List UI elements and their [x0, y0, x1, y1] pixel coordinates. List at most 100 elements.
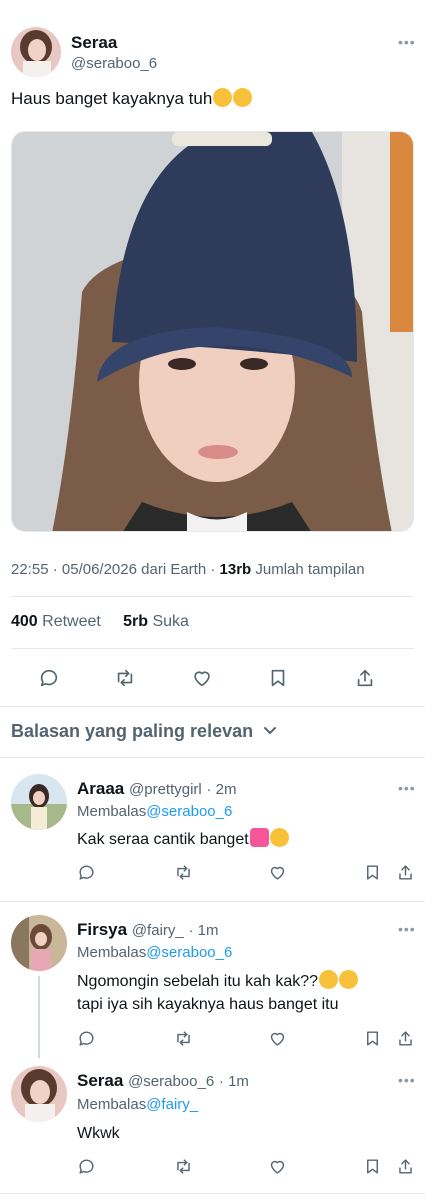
- sleeping-face-icon: [213, 88, 233, 107]
- like-button[interactable]: [263, 1024, 291, 1052]
- more-options-icon[interactable]: •••: [398, 780, 416, 796]
- retweet-count: 400: [11, 613, 38, 630]
- bookmark-button[interactable]: [358, 1152, 386, 1180]
- replying-to: Membalas@fairy_: [77, 1096, 198, 1113]
- mention-link[interactable]: @fairy_: [146, 1096, 198, 1113]
- like-button[interactable]: [188, 664, 216, 692]
- author-name[interactable]: Seraa: [71, 33, 117, 53]
- share-button[interactable]: [391, 1024, 419, 1052]
- chevron-down-icon[interactable]: [262, 722, 278, 738]
- like-button[interactable]: [263, 858, 291, 886]
- tweet-date[interactable]: 05/06/2026: [62, 561, 137, 578]
- like-stat[interactable]: 5rb Suka: [123, 613, 189, 630]
- mention-link[interactable]: @seraboo_6: [146, 803, 232, 820]
- replying-prefix: Membalas: [77, 944, 147, 961]
- thread-line: [38, 976, 40, 1058]
- more-options-icon[interactable]: •••: [398, 34, 416, 50]
- reply-author-name: Firsya: [77, 920, 128, 939]
- reply-time: · 2m: [206, 781, 237, 798]
- reply-icon: [40, 669, 58, 687]
- tweet-meta: 22:55 · 05/06/2026 dari Earth · 13rb Jum…: [11, 561, 365, 578]
- reply-time: · 1m: [188, 922, 219, 939]
- share-icon: [398, 1158, 412, 1174]
- like-icon: [270, 866, 284, 880]
- bookmark-icon: [366, 864, 378, 880]
- reply-author-handle: @fairy_: [131, 922, 184, 939]
- retweet-button[interactable]: [169, 1152, 197, 1180]
- share-icon: [398, 1030, 412, 1046]
- tweet-text-content: Haus banget kayaknya tuh: [11, 89, 213, 108]
- views-label: Jumlah tampilan: [255, 561, 365, 578]
- reply-avatar[interactable]: [11, 1066, 67, 1122]
- reply-text-content: Kak seraa cantik banget: [77, 831, 249, 848]
- bookmark-button[interactable]: [264, 664, 292, 692]
- loudly-crying-face-icon: [269, 828, 289, 847]
- reply-icon: [78, 1031, 94, 1046]
- thinking-face-icon: [339, 970, 359, 989]
- reply-text: Kak seraa cantik banget: [77, 828, 289, 851]
- tweet-stats: 400 Retweet 5rb Suka: [11, 613, 189, 631]
- divider: [0, 757, 425, 758]
- like-label: Suka: [152, 613, 189, 630]
- replying-prefix: Membalas: [77, 803, 147, 820]
- reply-text-line-2: tapi iya sih kayaknya haus banget itu: [77, 996, 339, 1013]
- like-count: 5rb: [123, 613, 148, 630]
- replying-to: Membalas@seraboo_6: [77, 944, 232, 961]
- like-icon: [270, 1032, 284, 1046]
- reply-author[interactable]: Seraa @seraboo_6 · 1m: [77, 1071, 249, 1091]
- tweet-text: Haus banget kayaknya tuh: [11, 88, 253, 109]
- retweet-label: Retweet: [42, 613, 101, 630]
- like-icon: [270, 1160, 284, 1174]
- mention-link[interactable]: @seraboo_6: [146, 944, 232, 961]
- bookmark-button[interactable]: [358, 858, 386, 886]
- reply-author-name: Seraa: [77, 1071, 124, 1090]
- reply-icon: [78, 1159, 94, 1174]
- author-avatar[interactable]: [11, 27, 61, 77]
- replying-to: Membalas@seraboo_6: [77, 803, 232, 820]
- retweet-icon: [176, 1030, 190, 1046]
- reply-avatar[interactable]: [11, 915, 67, 971]
- views-count: 13rb: [219, 561, 252, 578]
- reply-button[interactable]: [72, 1024, 100, 1052]
- sleeping-face-icon: [233, 88, 253, 107]
- retweet-icon: [176, 864, 190, 880]
- tweet-photo[interactable]: [11, 131, 414, 532]
- reply-button[interactable]: [72, 858, 100, 886]
- sort-replies-label[interactable]: Balasan yang paling relevan: [11, 721, 253, 742]
- reply-button[interactable]: [72, 1152, 100, 1180]
- share-button[interactable]: [391, 858, 419, 886]
- reply-text-line-1: Ngomongin sebelah itu kah kak??: [77, 973, 319, 990]
- share-icon: [357, 669, 373, 687]
- reply-author-name: Araaa: [77, 779, 125, 798]
- reply-author-handle: @prettygirl: [129, 781, 202, 798]
- reply-icon: [78, 865, 94, 880]
- tweet-source: dari Earth: [141, 561, 207, 578]
- bookmark-button[interactable]: [358, 1024, 386, 1052]
- more-options-icon[interactable]: •••: [398, 1072, 416, 1088]
- author-handle[interactable]: @seraboo_6: [71, 55, 157, 72]
- reply-author[interactable]: Firsya @fairy_ · 1m: [77, 920, 218, 940]
- tweet-time[interactable]: 22:55: [11, 561, 49, 578]
- divider: [11, 648, 414, 649]
- bookmark-icon: [271, 669, 285, 687]
- replying-prefix: Membalas: [77, 1096, 147, 1113]
- retweet-button[interactable]: [169, 1024, 197, 1052]
- reply-avatar[interactable]: [11, 774, 67, 830]
- divider: [0, 901, 425, 902]
- more-options-icon[interactable]: •••: [398, 921, 416, 937]
- share-button[interactable]: [351, 664, 379, 692]
- retweet-button[interactable]: [111, 664, 139, 692]
- retweet-stat[interactable]: 400 Retweet: [11, 613, 101, 630]
- bookmark-icon: [366, 1030, 378, 1046]
- reply-button[interactable]: [35, 664, 63, 692]
- reply-text: Wkwk: [77, 1125, 120, 1142]
- divider: [0, 1193, 425, 1194]
- thinking-face-icon: [319, 970, 339, 989]
- like-icon: [194, 671, 210, 687]
- retweet-icon: [176, 1158, 190, 1174]
- like-button[interactable]: [263, 1152, 291, 1180]
- reply-time: · 1m: [218, 1073, 249, 1090]
- reply-author[interactable]: Araaa @prettygirl · 2m: [77, 779, 236, 799]
- retweet-button[interactable]: [169, 858, 197, 886]
- share-button[interactable]: [391, 1152, 419, 1180]
